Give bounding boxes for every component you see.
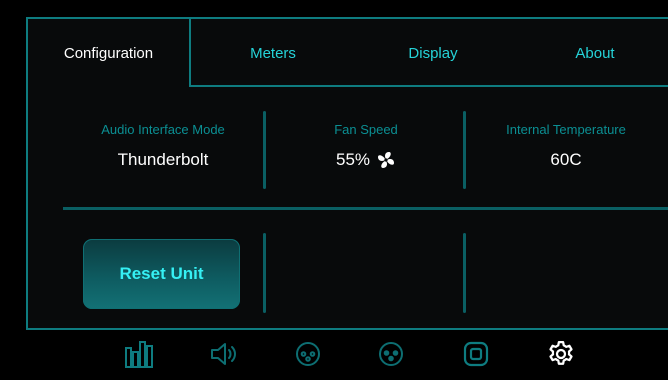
fan-speed-label: Fan Speed — [334, 122, 398, 137]
reset-unit-button[interactable]: Reset Unit — [83, 239, 240, 309]
meters-bars-icon[interactable] — [124, 339, 154, 369]
temperature-value: 60C — [466, 150, 666, 170]
temperature-label: Internal Temperature — [506, 122, 626, 137]
settings-panel: Configuration Meters Display About Audio… — [26, 17, 668, 330]
tab-configuration[interactable]: Configuration — [28, 19, 191, 87]
settings-gear-icon[interactable] — [546, 339, 576, 369]
tab-about[interactable]: About — [530, 19, 660, 87]
xlr-input-icon[interactable] — [293, 339, 323, 369]
fan-icon — [376, 150, 396, 170]
fan-speed-text: 55% — [335, 150, 371, 169]
temperature-text: 60C — [550, 150, 582, 169]
xlr-output-icon[interactable] — [376, 339, 406, 369]
device-screen: Configuration Meters Display About Audio… — [0, 0, 668, 380]
interface-mode-value: Thunderbolt — [63, 150, 263, 170]
interface-mode-text: Thunderbolt — [117, 150, 209, 169]
tab-bar-divider — [189, 85, 668, 87]
section-divider — [63, 207, 668, 210]
tab-display[interactable]: Display — [368, 19, 498, 87]
interface-mode-label: Audio Interface Mode — [101, 122, 225, 137]
column-divider — [263, 111, 266, 189]
column-divider — [463, 111, 466, 189]
column-divider — [263, 233, 266, 313]
tab-meters[interactable]: Meters — [208, 19, 338, 87]
fan-speed-value: 55% — [266, 150, 466, 170]
column-divider — [463, 233, 466, 313]
speaker-icon[interactable] — [209, 339, 239, 369]
device-icon[interactable] — [461, 339, 491, 369]
